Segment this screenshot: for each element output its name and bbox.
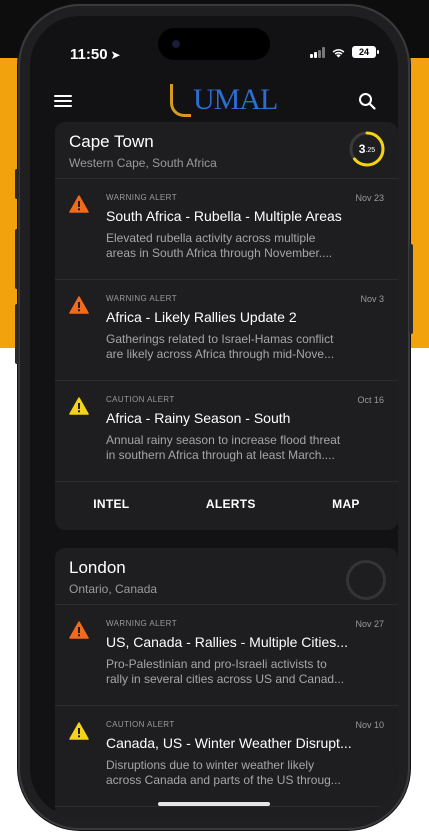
location-arrow-icon: ➤ (110, 48, 121, 62)
alert-date: Nov 3 (360, 294, 384, 304)
alert-description: Gatherings related to Israel-Hamas confl… (106, 332, 386, 362)
alert-item[interactable]: WARNING ALERT Nov 23 South Africa - Rube… (55, 179, 398, 280)
alert-title: US, Canada - Rallies - Multiple Cities..… (106, 634, 348, 650)
warning-triangle-icon (69, 621, 89, 639)
alert-description: Annual rainy season to increase flood th… (106, 433, 386, 463)
warning-triangle-icon (69, 296, 89, 314)
alert-description-line-2: across Canada and parts of the US throug… (106, 773, 341, 787)
status-bar-time: 11:50 ➤ (70, 46, 121, 63)
alert-description-line-1: Pro-Palestinian and pro-Israeli activist… (106, 657, 327, 671)
alert-date: Nov 27 (355, 619, 384, 629)
region-name: Ontario, Canada (69, 582, 158, 596)
risk-score: 3.25 (348, 130, 386, 168)
alert-type: WARNING ALERT (106, 294, 177, 303)
alert-title: Africa - Rainy Season - South (106, 410, 291, 426)
volume-down-button (15, 304, 19, 364)
menu-icon[interactable] (54, 95, 72, 107)
alert-item[interactable]: WARNING ALERT Nov 27 US, Canada - Rallie… (55, 605, 398, 706)
city-name: London (69, 558, 126, 577)
alert-description-line-1: Gatherings related to Israel-Hamas confl… (106, 332, 334, 346)
alert-type: CAUTION ALERT (106, 395, 175, 404)
alert-description-line-2: in southern Africa through at least Marc… (106, 448, 335, 462)
alert-description-line-2: rally in several cities across US and Ca… (106, 672, 345, 686)
card-header[interactable]: Cape Town Western Cape, South Africa 3.2… (55, 122, 398, 179)
camera-icon (172, 40, 180, 48)
alert-date: Oct 16 (357, 395, 384, 405)
alert-type: WARNING ALERT (106, 619, 177, 628)
status-time-text: 11:50 (70, 46, 108, 63)
app-logo: UMAL (170, 82, 278, 118)
alert-item[interactable]: WARNING ALERT Nov 3 Africa - Likely Rall… (55, 280, 398, 381)
alert-description: Pro-Palestinian and pro-Israeli activist… (106, 657, 386, 687)
alert-type: CAUTION ALERT (106, 720, 175, 729)
tab-intel[interactable]: INTEL (83, 491, 139, 517)
alert-date: Nov 23 (355, 193, 384, 203)
caution-triangle-icon (69, 722, 89, 740)
alert-date: Nov 10 (355, 720, 384, 730)
home-indicator[interactable] (158, 802, 270, 806)
status-bar-right: 24 (310, 46, 379, 58)
alert-title: South Africa - Rubella - Multiple Areas (106, 208, 342, 224)
alert-description-line-1: Elevated rubella activity across multipl… (106, 231, 316, 245)
alert-title: Canada, US - Winter Weather Disrupt... (106, 735, 352, 751)
city-name: Cape Town (69, 132, 154, 151)
logo-mark-icon (170, 83, 191, 117)
alert-description-line-2: areas in South Africa through November..… (106, 246, 333, 260)
warning-triangle-icon (69, 195, 89, 213)
app-header: UMAL (30, 76, 398, 126)
alert-type: WARNING ALERT (106, 193, 177, 202)
alert-item[interactable]: CAUTION ALERT Oct 16 Africa - Rainy Seas… (55, 381, 398, 482)
risk-score-main: 3 (358, 142, 366, 156)
power-button (409, 244, 413, 334)
battery-icon: 24 (352, 46, 379, 58)
search-icon[interactable] (358, 92, 376, 110)
volume-up-button (15, 229, 19, 289)
tab-map[interactable]: MAP (322, 491, 370, 517)
risk-score-ring-loading (346, 560, 386, 600)
card-header[interactable]: London Ontario, Canada (55, 548, 398, 605)
phone-frame: 11:50 ➤ 24 UMAL Cape Town Western Cape, … (15, 4, 413, 830)
caution-triangle-icon (69, 397, 89, 415)
alert-description-line-1: Disruptions due to winter weather likely (106, 758, 315, 772)
alert-item[interactable]: CAUTION ALERT Nov 10 Canada, US - Winter… (55, 706, 398, 807)
tab-alerts[interactable]: ALERTS (196, 491, 266, 517)
phone-screen: 11:50 ➤ 24 UMAL Cape Town Western Cape, … (30, 16, 398, 818)
alert-title: Africa - Likely Rallies Update 2 (106, 309, 297, 325)
alert-description: Elevated rubella activity across multipl… (106, 231, 386, 261)
battery-level: 24 (358, 47, 369, 57)
location-card-london[interactable]: London Ontario, Canada WARNING ALERT Nov… (55, 548, 398, 818)
signal-icon (310, 46, 325, 58)
risk-score-decimal: .25 (365, 147, 376, 154)
logo-text: UMAL (193, 83, 278, 116)
region-name: Western Cape, South Africa (69, 156, 217, 170)
mute-switch (15, 169, 19, 199)
alert-description-line-2: are likely across Africa through mid-Nov… (106, 347, 335, 361)
alert-description-line-1: Annual rainy season to increase flood th… (106, 433, 341, 447)
wifi-icon (332, 48, 345, 57)
card-tab-bar: INTEL ALERTS MAP (55, 482, 398, 526)
location-card-cape-town[interactable]: Cape Town Western Cape, South Africa 3.2… (55, 122, 398, 530)
alert-description: Disruptions due to winter weather likely… (106, 758, 386, 788)
